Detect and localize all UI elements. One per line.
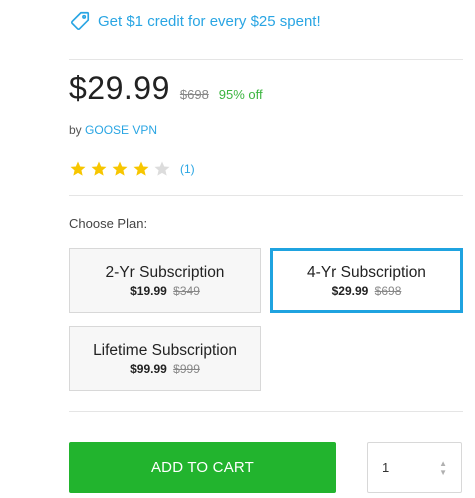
plan-original-price: $698	[374, 283, 402, 298]
plan-option-2yr[interactable]: 2-Yr Subscription $19.99 $349	[69, 248, 261, 313]
star-rating[interactable]: (1)	[69, 160, 195, 178]
star-icon	[70, 161, 86, 176]
chevron-up-icon[interactable]: ▲	[439, 459, 447, 467]
star-icon	[91, 161, 107, 176]
plan-prices: $99.99 $999	[130, 362, 200, 376]
plan-original-price: $349	[173, 283, 200, 298]
star-icon	[133, 161, 149, 176]
add-to-cart-button[interactable]: ADD TO CART	[69, 442, 336, 493]
plan-option-lifetime[interactable]: Lifetime Subscription $99.99 $999	[69, 326, 261, 391]
plan-price: $19.99	[130, 283, 167, 298]
plan-name: Lifetime Subscription	[93, 341, 237, 359]
seller-link[interactable]: GOOSE VPN	[85, 123, 157, 137]
quantity-value: 1	[382, 460, 390, 475]
divider	[69, 59, 463, 60]
current-price: $29.99	[69, 70, 170, 106]
promo-text: Get $1 credit for every $25 spent!	[98, 12, 321, 30]
plan-name: 2-Yr Subscription	[105, 263, 225, 281]
plan-price: $29.99	[331, 283, 369, 298]
plan-original-price: $999	[173, 361, 200, 376]
original-price: $698	[179, 87, 209, 102]
chevron-down-icon[interactable]: ▼	[439, 468, 447, 476]
divider	[69, 411, 463, 412]
plan-name: 4-Yr Subscription	[307, 263, 426, 281]
plan-prices: $19.99 $349	[130, 284, 200, 298]
quantity-stepper[interactable]: 1 ▲ ▼	[367, 442, 462, 493]
seller-line: by GOOSE VPN	[69, 123, 157, 137]
plan-price: $99.99	[130, 361, 167, 376]
price-row: $29.99 $698 95% off	[69, 70, 263, 107]
divider	[69, 195, 463, 196]
plan-option-4yr[interactable]: 4-Yr Subscription $29.99 $698	[270, 248, 463, 313]
plan-prices: $29.99 $698	[332, 284, 402, 298]
choose-plan-label: Choose Plan:	[69, 216, 148, 231]
promo-banner[interactable]: Get $1 credit for every $25 spent!	[69, 9, 321, 33]
star-icon	[154, 161, 170, 176]
discount-label: 95% off	[218, 87, 263, 102]
tag-icon	[69, 10, 91, 32]
star-icon	[112, 161, 128, 176]
seller-prefix: by	[69, 123, 82, 137]
spinner-icon[interactable]: ▲ ▼	[439, 459, 447, 476]
review-count-link[interactable]: (1)	[180, 162, 195, 176]
